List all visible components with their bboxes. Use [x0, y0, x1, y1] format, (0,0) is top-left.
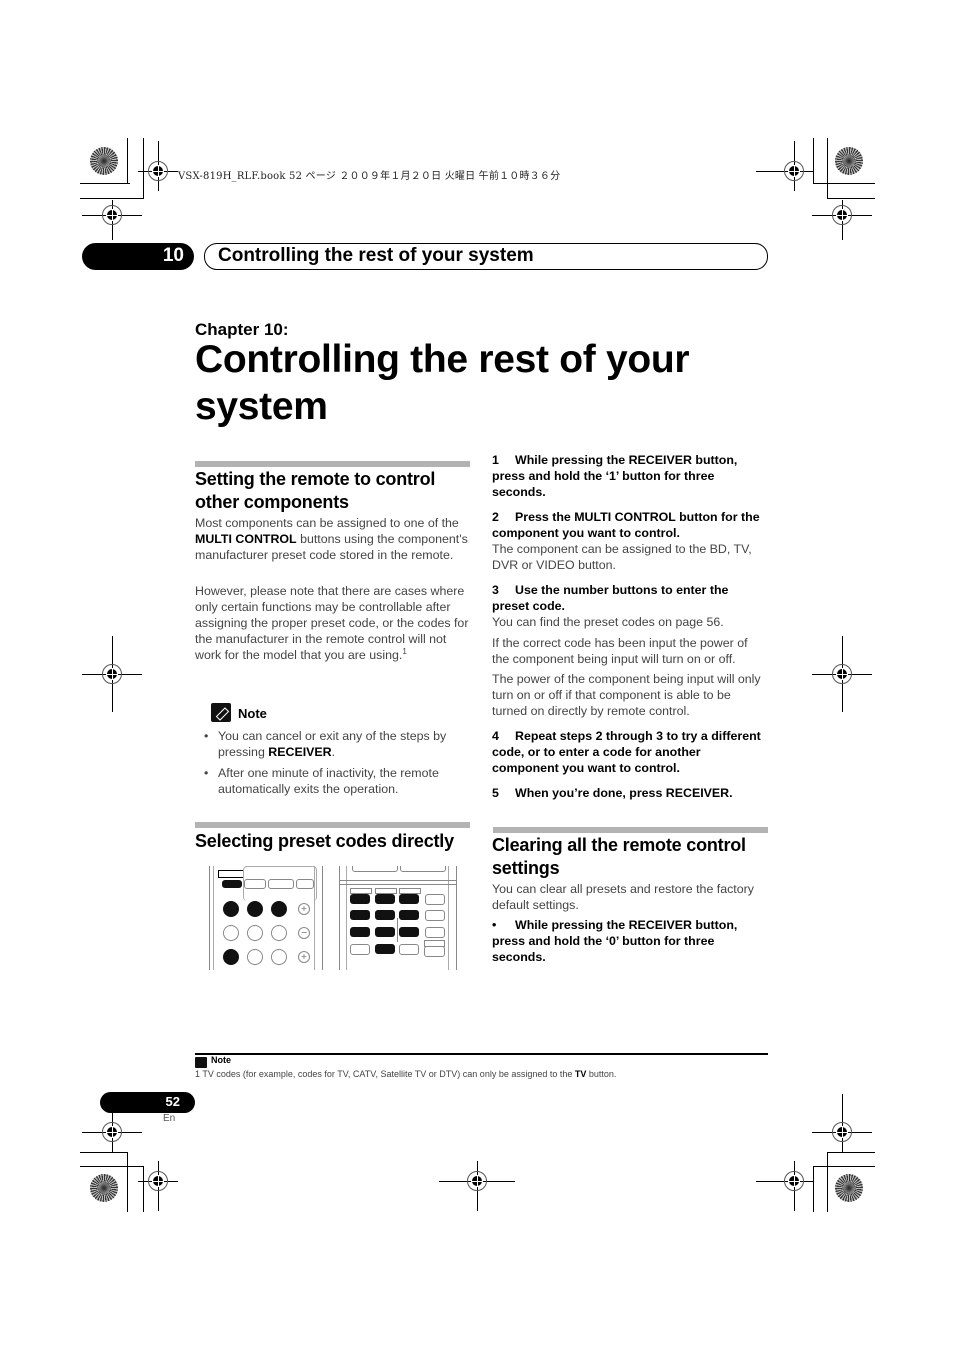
step-number: 2: [492, 510, 499, 524]
receiver-term: RECEIVER: [268, 745, 332, 759]
chapter-number: 10: [162, 245, 184, 266]
text: TV codes (for example, codes for TV, CAT…: [202, 1069, 575, 1079]
running-header: Controlling the rest of your system: [204, 243, 768, 270]
footnote-divider: [195, 1053, 768, 1055]
step-text: Use the number buttons to enter the pres…: [492, 583, 729, 613]
page-title: Controlling the rest of your system: [195, 338, 690, 428]
remote-illustration-left: + − +: [209, 866, 323, 970]
step-text: While pressing the RECEIVER button, pres…: [492, 453, 738, 499]
running-header-title: Controlling the rest of your system: [218, 245, 534, 266]
step-text: While pressing the RECEIVER button, pres…: [492, 918, 738, 964]
step-1: 1 While pressing the RECEIVER button, pre…: [492, 452, 768, 500]
text: However, please note that there are case…: [195, 584, 469, 662]
step-3-detail: The power of the component being input w…: [492, 672, 761, 718]
note-pencil-icon: [211, 703, 231, 722]
step-number: 4: [492, 729, 499, 743]
step-3-detail: If the correct code has been input the p…: [492, 636, 748, 666]
setting-remote-paragraph-1: Most components can be assigned to one o…: [195, 515, 471, 563]
footnote-number: 1: [195, 1069, 201, 1079]
text: button.: [586, 1069, 617, 1079]
remote-illustration-right: [339, 866, 457, 970]
step-text: Press the MULTI CONTROL button for the c…: [492, 510, 760, 540]
text: Most components can be assigned to one o…: [195, 516, 459, 530]
step-5: 5 When you’re done, press RECEIVER.: [492, 785, 768, 801]
color-registration-target-icon: [835, 1174, 863, 1202]
step-number: 3: [492, 583, 499, 597]
footnote-reference[interactable]: 1: [402, 647, 406, 656]
text: After one minute of inactivity, the remo…: [218, 766, 439, 796]
step-text: Repeat steps 2 through 3 to try a differ…: [492, 729, 761, 775]
setting-remote-paragraph-2: However, please note that there are case…: [195, 583, 471, 663]
receiver-button-highlight: [222, 880, 242, 888]
footnote-text: 1 TV codes (for example, codes for TV, C…: [195, 1069, 616, 1079]
multi-control-term: MULTI CONTROL: [195, 532, 297, 546]
color-registration-target-icon: [90, 147, 118, 175]
clearing-paragraph: You can clear all presets and restore th…: [492, 882, 754, 912]
section-divider: [195, 461, 470, 467]
page-language: En: [163, 1113, 176, 1124]
step-text: When you’re done, press RECEIVER.: [515, 786, 733, 800]
step-2: 2 Press the MULTI CONTROL button for the …: [492, 509, 768, 541]
step-3-detail: You can find the preset codes on page 56…: [492, 615, 724, 629]
step-number: 1: [492, 453, 499, 467]
color-registration-target-icon: [90, 1174, 118, 1202]
section-divider: [493, 827, 768, 833]
section-divider: [195, 822, 470, 828]
step-number: 5: [492, 786, 499, 800]
note-pencil-icon: [195, 1057, 207, 1068]
section-heading-setting-remote: Setting the remote to control other comp…: [195, 469, 436, 512]
print-header: VSX-819H_RLF.book 52 ページ ２００９年１月２０日 火曜日 …: [178, 171, 561, 182]
page-number-tab: 52: [100, 1092, 195, 1113]
step-3: 3 Use the number buttons to enter the pre…: [492, 582, 768, 614]
footnote-note-label: Note: [211, 1055, 231, 1065]
text: .: [331, 745, 336, 759]
chapter-number-tab: 10: [82, 243, 194, 270]
page-number: 52: [165, 1094, 180, 1109]
color-registration-target-icon: [835, 147, 863, 175]
section-heading-clearing: Clearing all the remote control settings: [492, 835, 746, 878]
step-4: 4 Repeat steps 2 through 3 to try a diffe…: [492, 728, 768, 776]
bullet-marker: •: [492, 918, 497, 932]
clearing-step: • While pressing the RECEIVER button, pre…: [492, 917, 768, 965]
step-2-detail: The component can be assigned to the BD,…: [492, 542, 752, 572]
note-label: Note: [238, 706, 267, 721]
section-heading-selecting-preset: Selecting preset codes directly: [195, 831, 454, 851]
note-bullet: You can cancel or exit any of the steps …: [204, 728, 468, 760]
note-bullet: After one minute of inactivity, the remo…: [204, 765, 468, 797]
tv-term: TV: [574, 1069, 587, 1079]
